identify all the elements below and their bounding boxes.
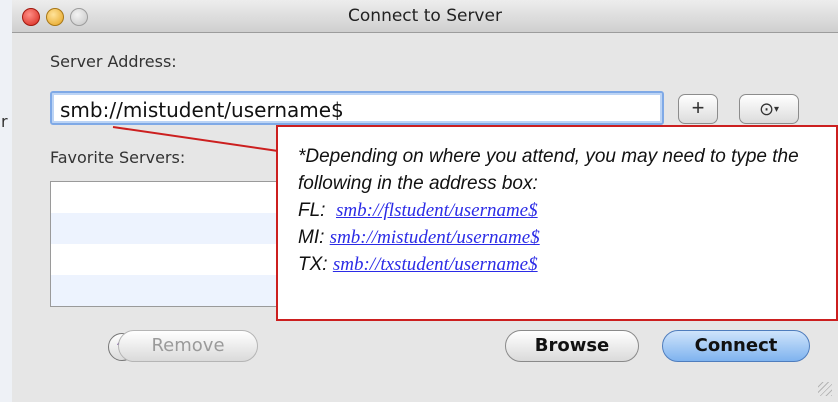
gear-icon: ⊙ <box>758 98 775 119</box>
favorite-servers-label: Favorite Servers: <box>50 148 186 167</box>
entry-prefix: FL: <box>298 200 326 221</box>
resize-handle[interactable] <box>818 382 832 396</box>
fl-address-link[interactable]: smb://flstudent/username$ <box>336 200 538 221</box>
list-item[interactable] <box>51 244 299 275</box>
entry-prefix: TX: <box>298 254 328 275</box>
server-address-label: Server Address: <box>50 52 177 71</box>
callout-entry-mi: MI: smb://mistudent/username$ <box>298 224 816 251</box>
background-text-fragment: r <box>1 112 8 131</box>
chevron-down-icon: ▾ <box>774 103 780 115</box>
browse-button[interactable]: Browse <box>505 330 639 362</box>
callout-note: *Depending on where you attend, you may … <box>298 146 799 194</box>
connect-button[interactable]: Connect <box>662 330 810 362</box>
tx-address-link[interactable]: smb://txstudent/username$ <box>333 254 538 275</box>
favorite-servers-list[interactable] <box>50 181 300 307</box>
remove-button[interactable]: Remove <box>118 330 258 362</box>
title-bar: Connect to Server <box>12 0 838 33</box>
entry-prefix: MI: <box>298 227 325 248</box>
list-item[interactable] <box>51 182 299 213</box>
list-item[interactable] <box>51 275 299 306</box>
mi-address-link[interactable]: smb://mistudent/username$ <box>330 227 540 248</box>
action-menu-button[interactable]: ⊙▾ <box>739 94 799 124</box>
callout-entry-tx: TX: smb://txstudent/username$ <box>298 251 816 278</box>
instruction-callout: *Depending on where you attend, you may … <box>276 125 838 321</box>
window-title: Connect to Server <box>348 6 502 26</box>
server-address-input[interactable]: smb://mistudent/username$ <box>50 91 664 125</box>
callout-entry-fl: FL: smb://flstudent/username$ <box>298 197 816 224</box>
add-favorite-button[interactable]: + <box>678 94 718 124</box>
list-item[interactable] <box>51 213 299 244</box>
